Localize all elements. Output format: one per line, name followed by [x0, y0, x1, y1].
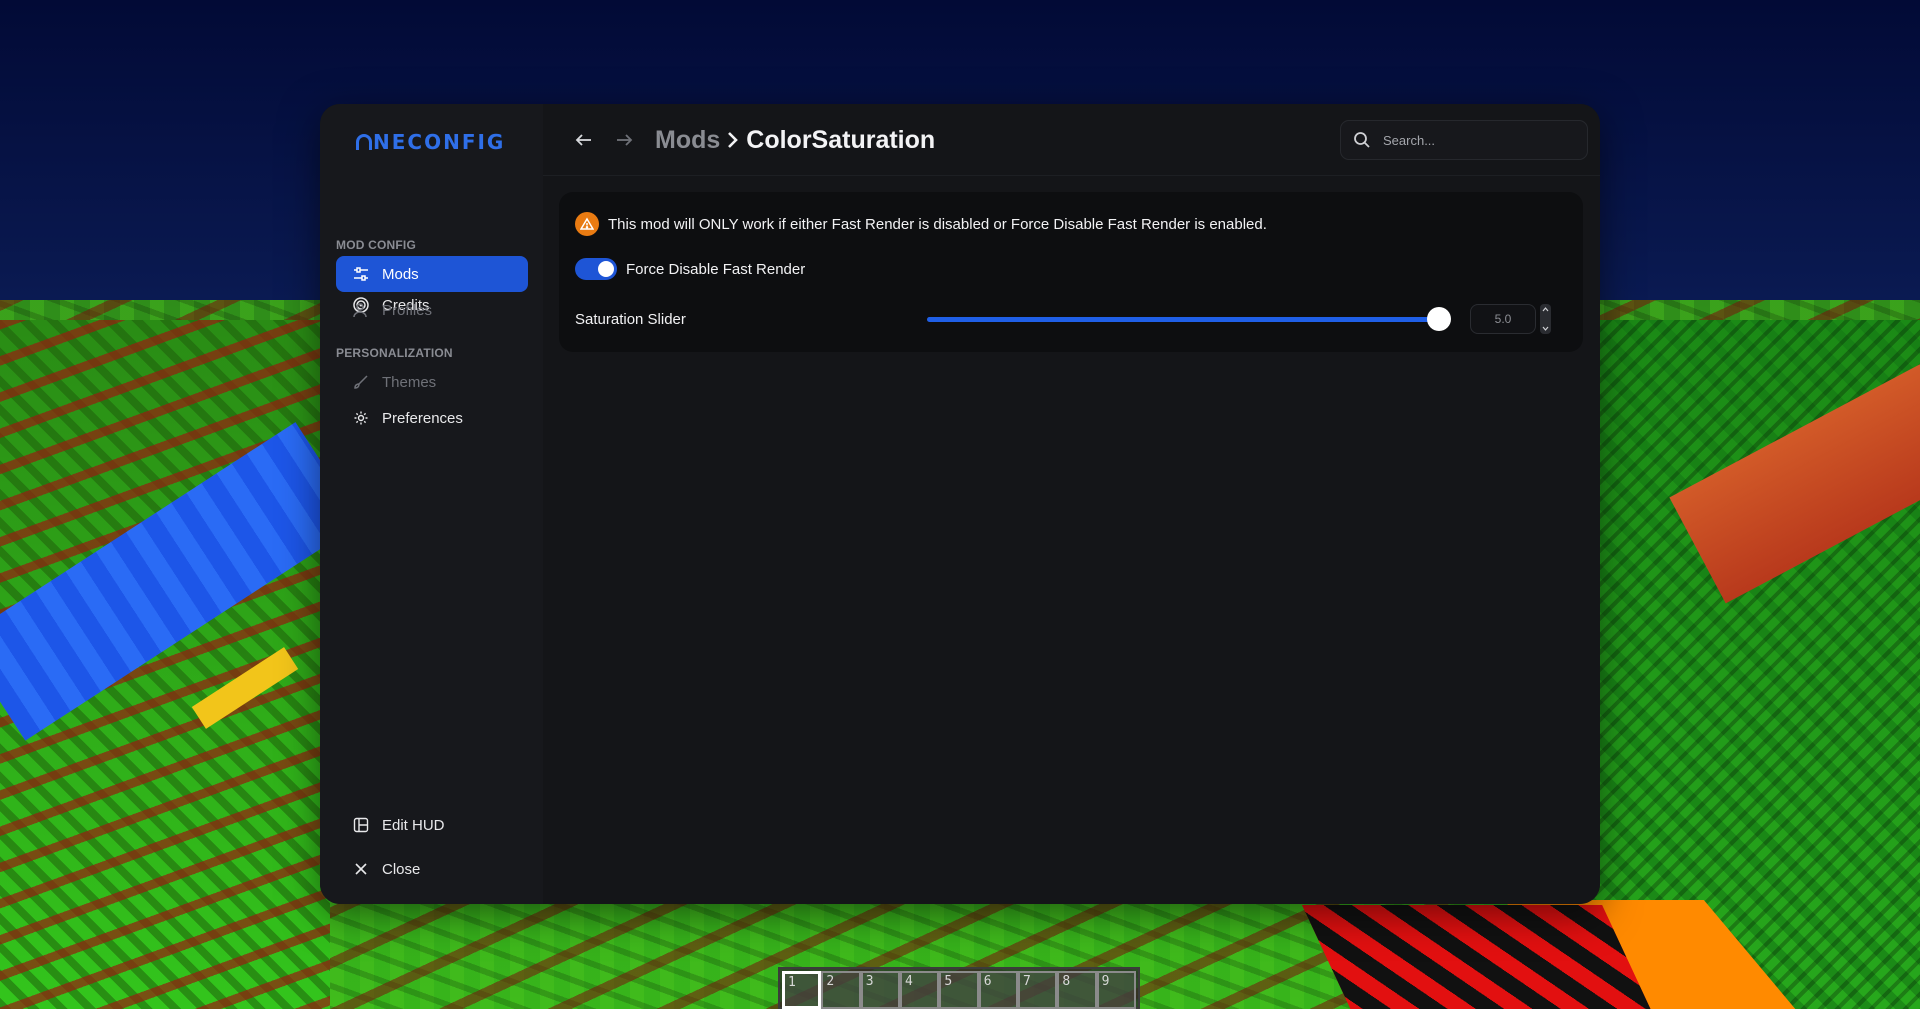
- breadcrumb-parent[interactable]: Mods: [655, 126, 720, 155]
- search-box[interactable]: [1340, 120, 1588, 160]
- sidebar-item-label: Themes: [382, 373, 437, 391]
- arrow-left-icon: [575, 134, 591, 146]
- force-disable-fast-render-toggle[interactable]: [575, 258, 617, 280]
- config-card: This mod will ONLY work if either Fast R…: [559, 192, 1583, 352]
- breadcrumb: Mods ColorSaturation: [655, 123, 935, 157]
- value-stepper[interactable]: [1540, 304, 1551, 334]
- saturation-slider-fill: [927, 317, 1439, 322]
- layout-icon: [352, 816, 370, 834]
- search-input[interactable]: [1383, 132, 1563, 148]
- arrow-right-icon: [617, 134, 633, 146]
- warning-row: This mod will ONLY work if either Fast R…: [575, 212, 1267, 236]
- close-icon: [352, 860, 370, 878]
- slot-number: 5: [944, 974, 953, 989]
- back-button[interactable]: [571, 128, 597, 152]
- slot-number: 2: [826, 974, 835, 989]
- logo-text: NECONFIG: [373, 130, 506, 154]
- oneconfig-logo: NECONFIG: [356, 130, 505, 154]
- slot-number: 4: [905, 974, 913, 989]
- sidebar-item-profiles[interactable]: Profiles: [336, 292, 528, 328]
- edit-hud-label: Edit HUD: [382, 816, 445, 834]
- sidebar: NECONFIG Credits MOD CONFIG Mods Profile…: [320, 104, 543, 904]
- chevron-down-icon[interactable]: [1542, 326, 1549, 331]
- gear-icon: [352, 409, 370, 427]
- saturation-slider-thumb[interactable]: [1427, 307, 1451, 331]
- toggle-label: Force Disable Fast Render: [626, 260, 806, 278]
- forward-button[interactable]: [611, 128, 637, 152]
- top-bar: Mods ColorSaturation: [543, 104, 1600, 176]
- warning-text: This mod will ONLY work if either Fast R…: [608, 215, 1267, 233]
- chevron-up-icon[interactable]: [1542, 307, 1549, 312]
- hotbar-slot[interactable]: 2: [821, 971, 861, 1009]
- toggle-row: Force Disable Fast Render: [575, 258, 805, 280]
- warning-icon: [575, 212, 599, 236]
- edit-hud-button[interactable]: Edit HUD: [336, 807, 528, 843]
- hotbar-slot[interactable]: 3: [860, 971, 901, 1009]
- sidebar-item-themes[interactable]: Themes: [336, 364, 528, 400]
- sidebar-item-label: Mods: [382, 265, 419, 283]
- page-title: ColorSaturation: [746, 125, 936, 154]
- hotbar: 1 2 3 4 5 6 7 8 9: [778, 967, 1140, 1009]
- hotbar-slot[interactable]: 1: [782, 971, 822, 1009]
- section-label-personalization: PERSONALIZATION: [336, 346, 453, 360]
- saturation-value-input[interactable]: 5.0: [1470, 304, 1536, 334]
- hotbar-slot[interactable]: 4: [900, 971, 940, 1009]
- main-panel: Mods ColorSaturation This mod will ONLY …: [543, 104, 1600, 904]
- hotbar-slot[interactable]: 6: [978, 971, 1019, 1009]
- search-icon: [1354, 132, 1370, 148]
- user-icon: [352, 301, 370, 319]
- slot-number: 9: [1101, 974, 1110, 989]
- chevron-right-icon: [726, 130, 740, 150]
- oneconfig-window: NECONFIG Credits MOD CONFIG Mods Profile…: [320, 104, 1600, 904]
- sidebar-item-label: Preferences: [382, 409, 463, 427]
- slot-number: 6: [983, 974, 992, 989]
- tnt-block: [1302, 905, 1658, 1009]
- slot-number: 1: [788, 975, 796, 990]
- saturation-slider-track[interactable]: [927, 317, 1439, 322]
- sidebar-item-preferences[interactable]: Preferences: [336, 400, 528, 436]
- hotbar-slot[interactable]: 7: [1018, 971, 1058, 1009]
- slot-number: 7: [1023, 974, 1031, 989]
- hotbar-slot[interactable]: 9: [1096, 971, 1136, 1009]
- close-label: Close: [382, 860, 421, 878]
- hotbar-slot[interactable]: 8: [1057, 971, 1097, 1009]
- slot-number: 8: [1062, 974, 1071, 989]
- brush-icon: [352, 373, 370, 391]
- sidebar-item-label: Profiles: [382, 301, 433, 319]
- toggle-knob: [598, 261, 614, 277]
- sidebar-item-mods[interactable]: Mods: [336, 256, 528, 292]
- hotbar-slot[interactable]: 5: [939, 971, 979, 1009]
- logo-mark-icon: [356, 134, 372, 150]
- slider-label: Saturation Slider: [575, 311, 686, 328]
- sliders-icon: [352, 265, 370, 283]
- section-label-mod-config: MOD CONFIG: [336, 238, 416, 252]
- slot-number: 3: [865, 974, 874, 989]
- close-button[interactable]: Close: [336, 851, 528, 887]
